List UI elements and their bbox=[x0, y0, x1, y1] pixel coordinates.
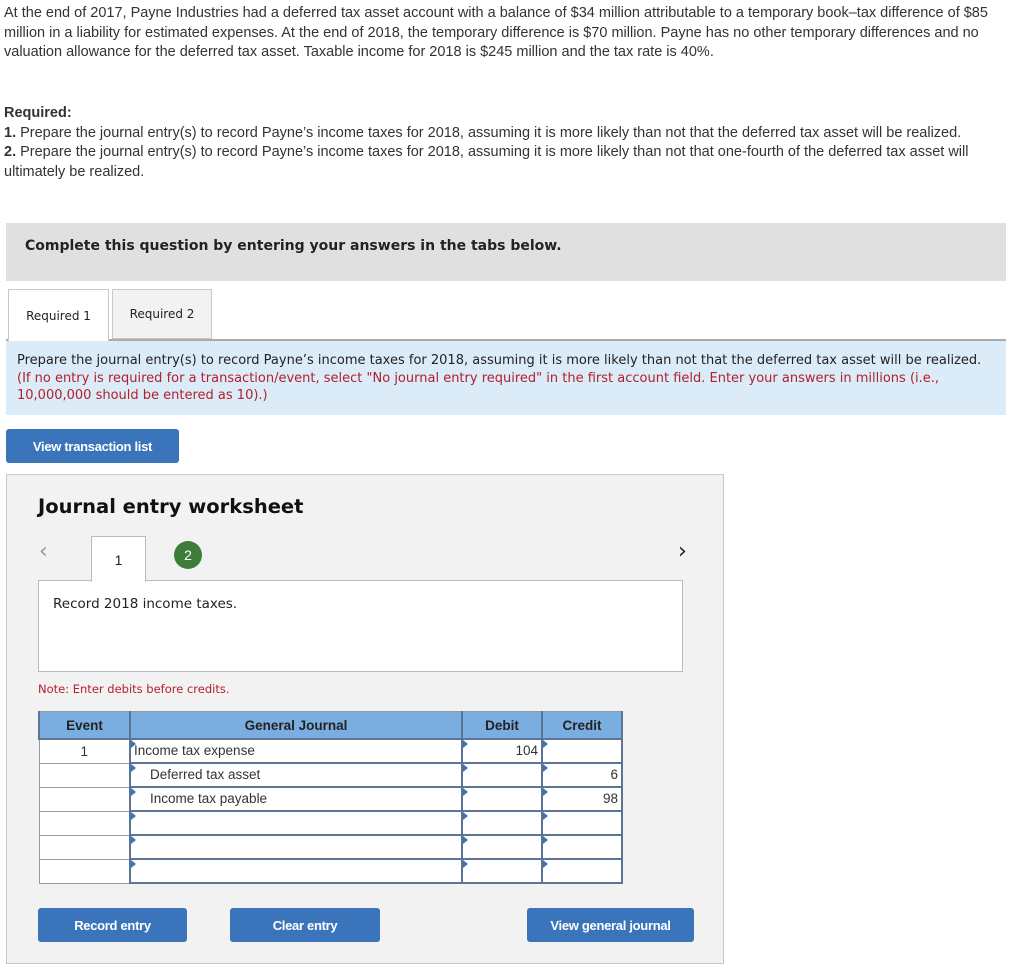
event-cell bbox=[38, 786, 131, 812]
debit-input[interactable]: 104 bbox=[463, 740, 541, 762]
event-cell bbox=[38, 762, 131, 788]
transaction-description-box: Record 2018 income taxes. bbox=[38, 580, 683, 672]
credit-input[interactable] bbox=[543, 836, 621, 858]
credit-cell[interactable] bbox=[541, 738, 623, 764]
journal-row: Income tax payable 98 bbox=[38, 786, 623, 812]
transaction-description: Record 2018 income taxes. bbox=[53, 596, 238, 612]
required-item-1: 1. Prepare the journal entry(s) to recor… bbox=[4, 124, 1020, 144]
journal-entry-worksheet: Journal entry worksheet ‹ 1 2 › Record 2… bbox=[6, 474, 724, 964]
credit-cell[interactable]: 6 bbox=[541, 762, 623, 788]
column-header-credit: Credit bbox=[541, 711, 623, 740]
view-general-journal-button[interactable]: View general journal bbox=[527, 908, 694, 942]
credit-input[interactable] bbox=[543, 860, 621, 882]
account-cell[interactable] bbox=[129, 858, 463, 884]
tab-required-2[interactable]: Required 2 bbox=[112, 289, 212, 339]
debit-cell[interactable]: 104 bbox=[461, 738, 543, 764]
journal-row: 1 Income tax expense 104 bbox=[38, 738, 623, 764]
account-input[interactable]: Income tax expense bbox=[131, 740, 461, 762]
account-cell[interactable]: Income tax payable bbox=[129, 786, 463, 812]
worksheet-title: Journal entry worksheet bbox=[38, 495, 304, 518]
credit-cell[interactable] bbox=[541, 834, 623, 860]
tab-required-1[interactable]: Required 1 bbox=[8, 289, 109, 341]
credit-input[interactable]: 98 bbox=[543, 788, 621, 810]
debit-input[interactable] bbox=[463, 788, 541, 810]
event-cell bbox=[38, 834, 131, 860]
debit-cell[interactable] bbox=[461, 786, 543, 812]
debit-input[interactable] bbox=[463, 812, 541, 834]
debit-cell[interactable] bbox=[461, 858, 543, 884]
required-section: Required: 1. Prepare the journal entry(s… bbox=[4, 104, 1020, 182]
step-tab-1[interactable]: 1 bbox=[91, 536, 146, 582]
credit-input[interactable] bbox=[543, 740, 621, 762]
complete-prompt-banner: Complete this question by entering your … bbox=[6, 223, 1006, 281]
record-entry-button[interactable]: Record entry bbox=[38, 908, 187, 942]
event-cell: 1 bbox=[38, 738, 131, 764]
event-cell bbox=[38, 858, 131, 884]
column-header-general-journal: General Journal bbox=[129, 711, 463, 740]
account-input[interactable] bbox=[131, 836, 461, 858]
debits-before-credits-note: Note: Enter debits before credits. bbox=[38, 682, 230, 696]
column-header-event: Event bbox=[38, 711, 131, 740]
account-cell[interactable] bbox=[129, 810, 463, 836]
account-input[interactable] bbox=[131, 812, 461, 834]
account-cell[interactable] bbox=[129, 834, 463, 860]
event-cell bbox=[38, 810, 131, 836]
view-transaction-list-button[interactable]: View transaction list bbox=[6, 429, 179, 463]
required-item-text: Prepare the journal entry(s) to record P… bbox=[16, 124, 962, 141]
chevron-left-icon[interactable]: ‹ bbox=[39, 539, 48, 564]
general-journal-table: Event General Journal Debit Credit 1 Inco… bbox=[38, 711, 623, 884]
credit-cell[interactable]: 98 bbox=[541, 786, 623, 812]
journal-row bbox=[38, 834, 623, 860]
debit-cell[interactable] bbox=[461, 810, 543, 836]
account-cell[interactable]: Deferred tax asset bbox=[129, 762, 463, 788]
account-input[interactable] bbox=[131, 860, 461, 882]
chevron-right-icon[interactable]: › bbox=[678, 539, 687, 564]
instruction-text: Prepare the journal entry(s) to record P… bbox=[17, 353, 982, 368]
credit-input[interactable] bbox=[543, 812, 621, 834]
account-input[interactable]: Deferred tax asset bbox=[131, 764, 461, 786]
step-tab-2-completed[interactable]: 2 bbox=[174, 541, 202, 569]
table-header-row: Event General Journal Debit Credit bbox=[38, 711, 623, 740]
debit-cell[interactable] bbox=[461, 834, 543, 860]
journal-row bbox=[38, 858, 623, 884]
credit-input[interactable]: 6 bbox=[543, 764, 621, 786]
journal-row bbox=[38, 810, 623, 836]
journal-row: Deferred tax asset 6 bbox=[38, 762, 623, 788]
problem-statement: At the end of 2017, Payne Industries had… bbox=[4, 5, 988, 60]
required-item-2: 2. Prepare the journal entry(s) to recor… bbox=[4, 143, 1020, 182]
required-item-number: 2. bbox=[4, 144, 17, 160]
column-header-debit: Debit bbox=[461, 711, 543, 740]
required-item-text: Prepare the journal entry(s) to record P… bbox=[4, 144, 969, 180]
credit-cell[interactable] bbox=[541, 858, 623, 884]
required-heading: Required: bbox=[4, 105, 72, 121]
credit-cell[interactable] bbox=[541, 810, 623, 836]
account-input[interactable]: Income tax payable bbox=[131, 788, 461, 810]
required-item-number: 1. bbox=[4, 124, 17, 141]
clear-entry-button[interactable]: Clear entry bbox=[230, 908, 380, 942]
instruction-box: Prepare the journal entry(s) to record P… bbox=[6, 341, 1006, 415]
debit-input[interactable] bbox=[463, 860, 541, 882]
debit-cell[interactable] bbox=[461, 762, 543, 788]
debit-input[interactable] bbox=[463, 836, 541, 858]
debit-input[interactable] bbox=[463, 764, 541, 786]
account-cell[interactable]: Income tax expense bbox=[129, 738, 463, 764]
instruction-note: (If no entry is required for a transacti… bbox=[17, 370, 940, 404]
complete-prompt-text: Complete this question by entering your … bbox=[25, 238, 562, 254]
